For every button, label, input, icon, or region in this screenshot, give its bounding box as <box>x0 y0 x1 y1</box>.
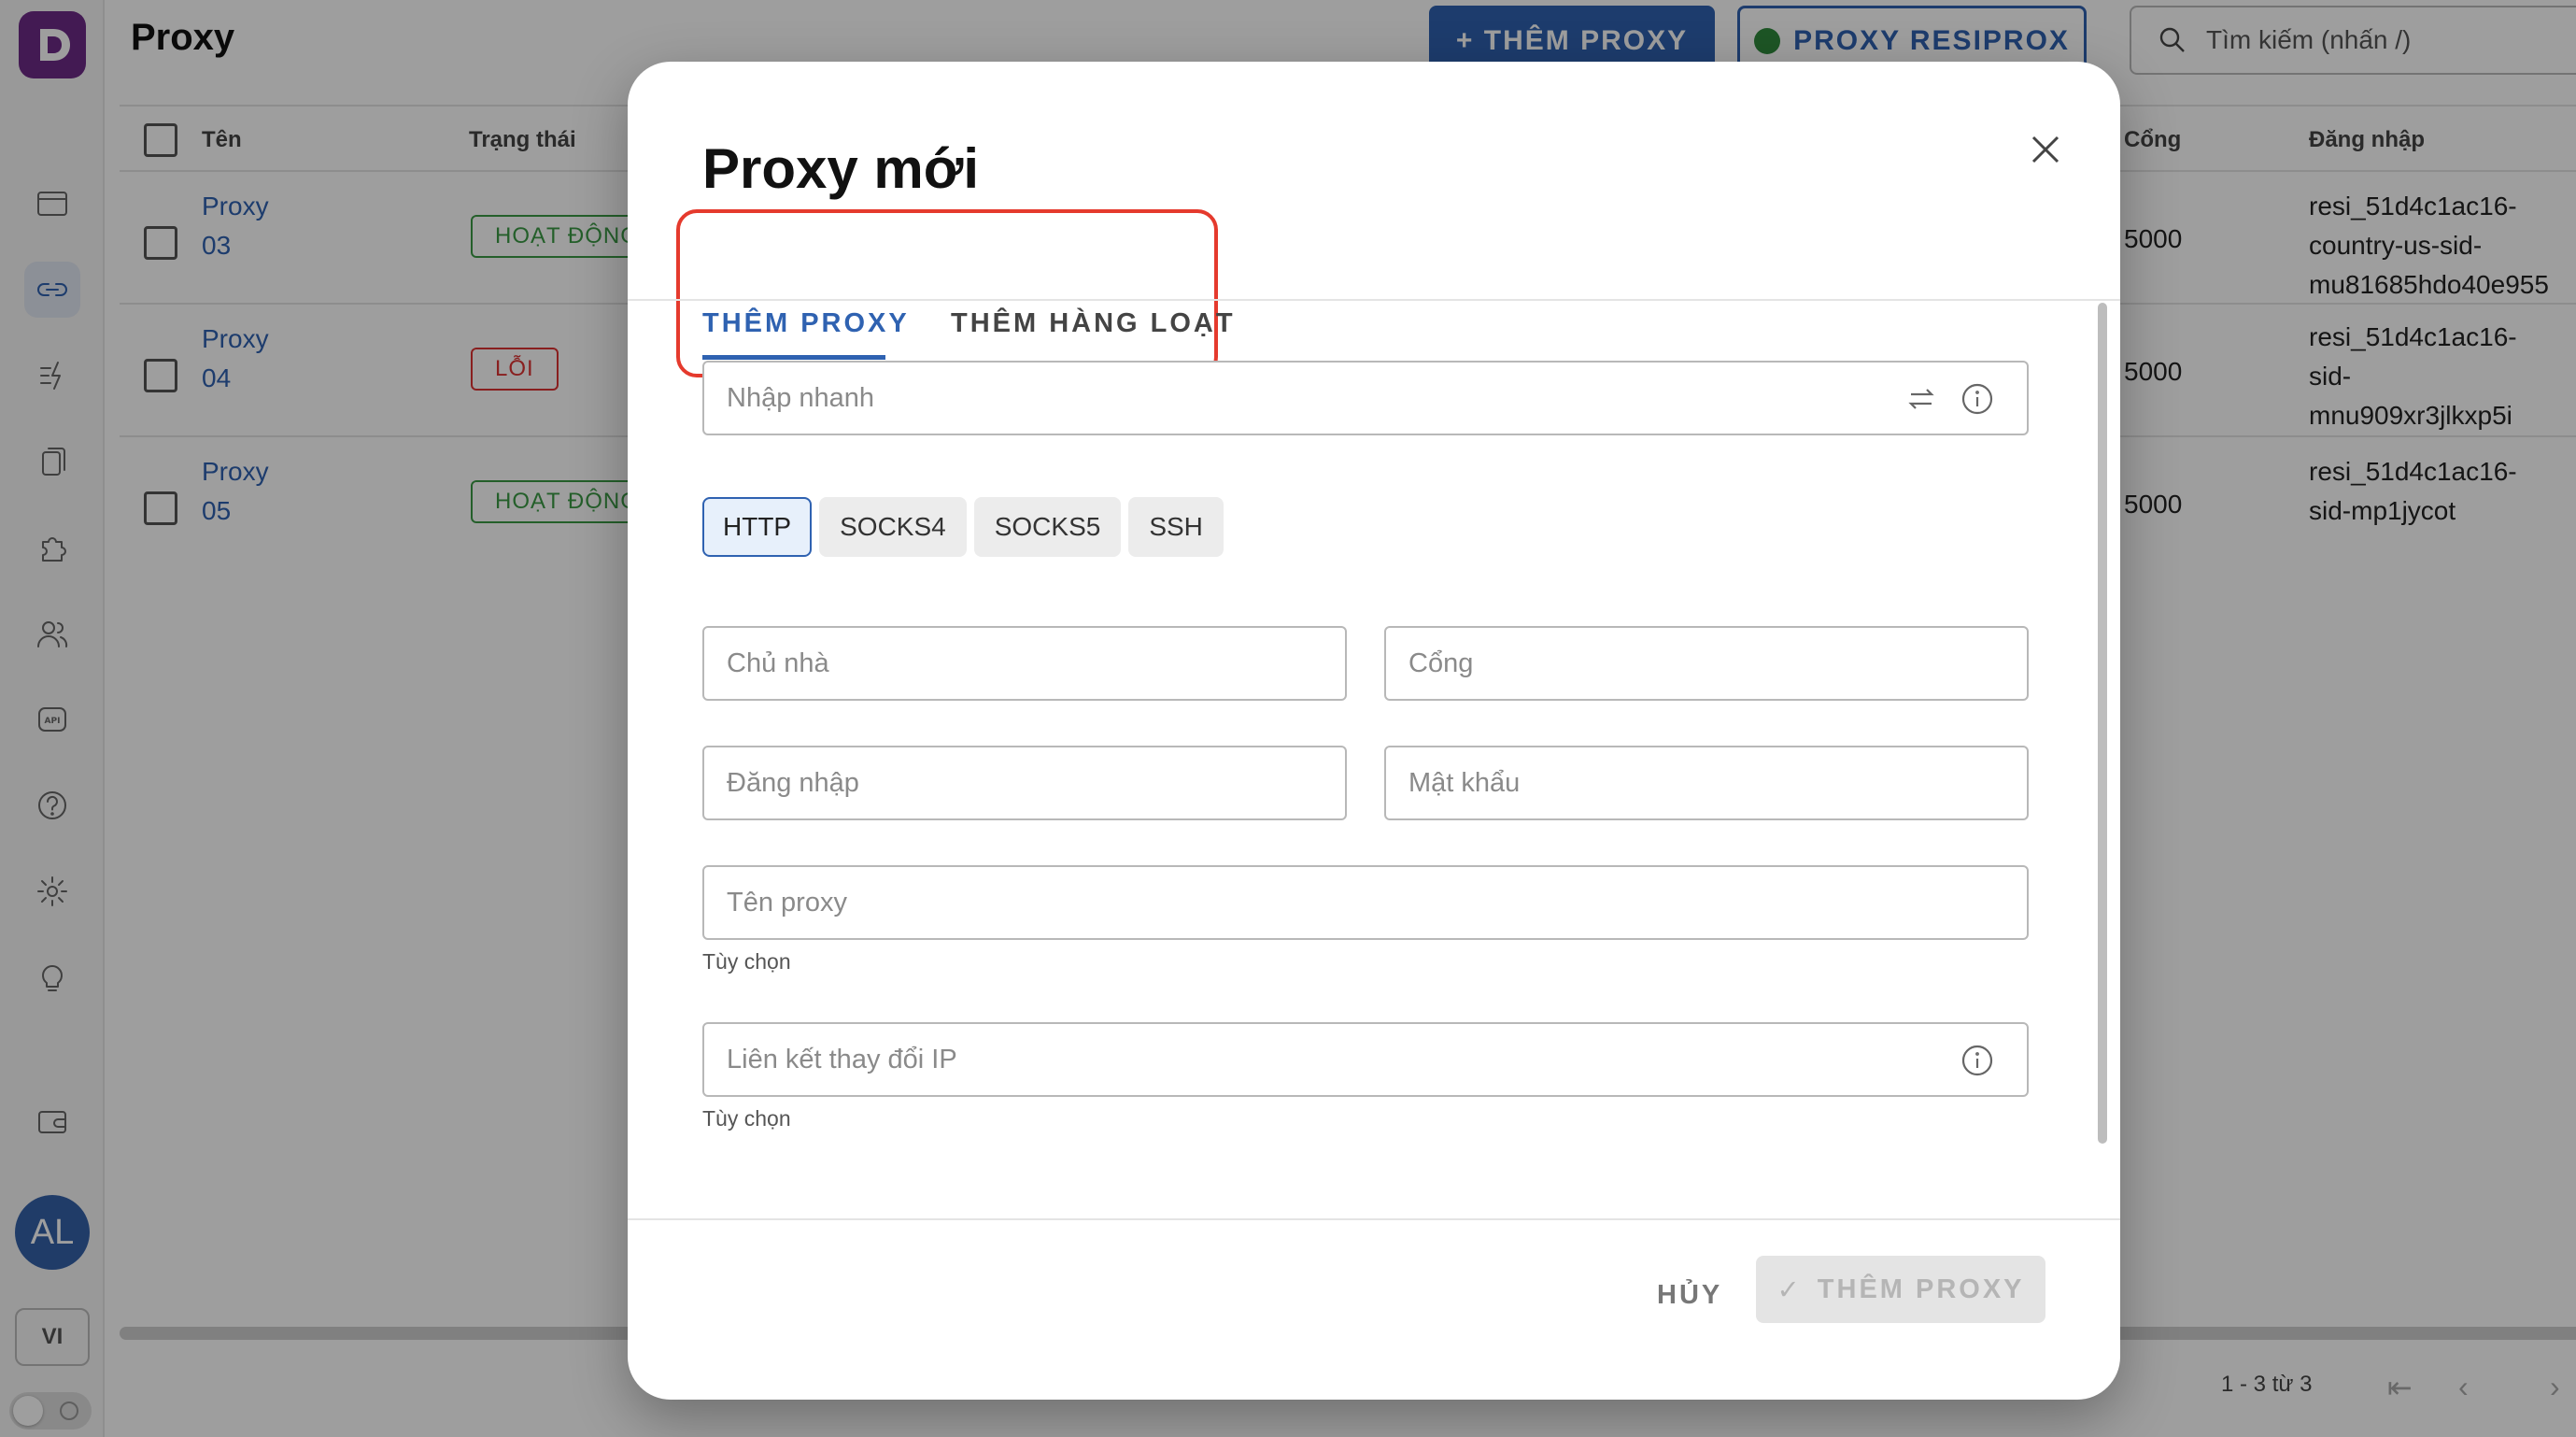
password-placeholder: Mật khẩu <box>1408 767 1521 798</box>
quick-input-field[interactable]: Nhập nhanh <box>702 361 2029 435</box>
quick-input-placeholder: Nhập nhanh <box>727 382 875 413</box>
protocol-selector: HTTP SOCKS4 SOCKS5 SSH <box>702 497 1224 557</box>
port-field[interactable]: Cổng <box>1384 626 2029 701</box>
login-field[interactable]: Đăng nhập <box>702 746 1347 820</box>
proxy-name-helper: Tùy chọn <box>702 949 791 974</box>
active-tab-indicator <box>702 355 885 360</box>
tabs-divider <box>628 299 2120 301</box>
tab-add-proxy[interactable]: THÊM PROXY <box>702 308 910 339</box>
ip-change-link-field[interactable]: Liên kết thay đổi IP <box>702 1022 2029 1097</box>
close-icon <box>2031 135 2059 164</box>
host-placeholder: Chủ nhà <box>727 647 829 678</box>
dialog-scrollbar[interactable] <box>2098 303 2107 1144</box>
checkmark-icon: ✓ <box>1776 1274 1803 1305</box>
login-placeholder: Đăng nhập <box>727 767 859 798</box>
info-icon[interactable] <box>1960 1043 1995 1078</box>
tabs-highlight-annotation <box>676 209 1218 377</box>
dialog-title: Proxy mới <box>702 137 980 200</box>
tab-bulk-add[interactable]: THÊM HÀNG LOẠT <box>951 308 1236 339</box>
submit-button-label: THÊM PROXY <box>1817 1273 2025 1304</box>
proxy-name-field[interactable]: Tên proxy <box>702 865 2029 940</box>
cancel-button[interactable]: HỦY <box>1649 1267 1730 1323</box>
ip-change-placeholder: Liên kết thay đổi IP <box>727 1044 957 1074</box>
close-button[interactable] <box>2019 123 2072 176</box>
protocol-socks4-button[interactable]: SOCKS4 <box>819 497 967 557</box>
password-field[interactable]: Mật khẩu <box>1384 746 2029 820</box>
swap-arrows-icon[interactable] <box>1904 381 1939 417</box>
protocol-socks5-button[interactable]: SOCKS5 <box>973 497 1122 557</box>
footer-divider <box>628 1218 2120 1220</box>
info-icon[interactable] <box>1960 381 1995 417</box>
port-placeholder: Cổng <box>1408 647 1474 678</box>
protocol-ssh-button[interactable]: SSH <box>1128 497 1224 557</box>
host-field[interactable]: Chủ nhà <box>702 626 1347 701</box>
ip-change-helper: Tùy chọn <box>702 1106 791 1131</box>
proxy-name-placeholder: Tên proxy <box>727 887 847 918</box>
new-proxy-dialog: Proxy mới THÊM PROXY THÊM HÀNG LOẠT Nhập… <box>628 62 2120 1400</box>
protocol-http-button[interactable]: HTTP <box>702 497 813 557</box>
submit-add-proxy-button[interactable]: ✓ THÊM PROXY <box>1756 1256 2045 1323</box>
